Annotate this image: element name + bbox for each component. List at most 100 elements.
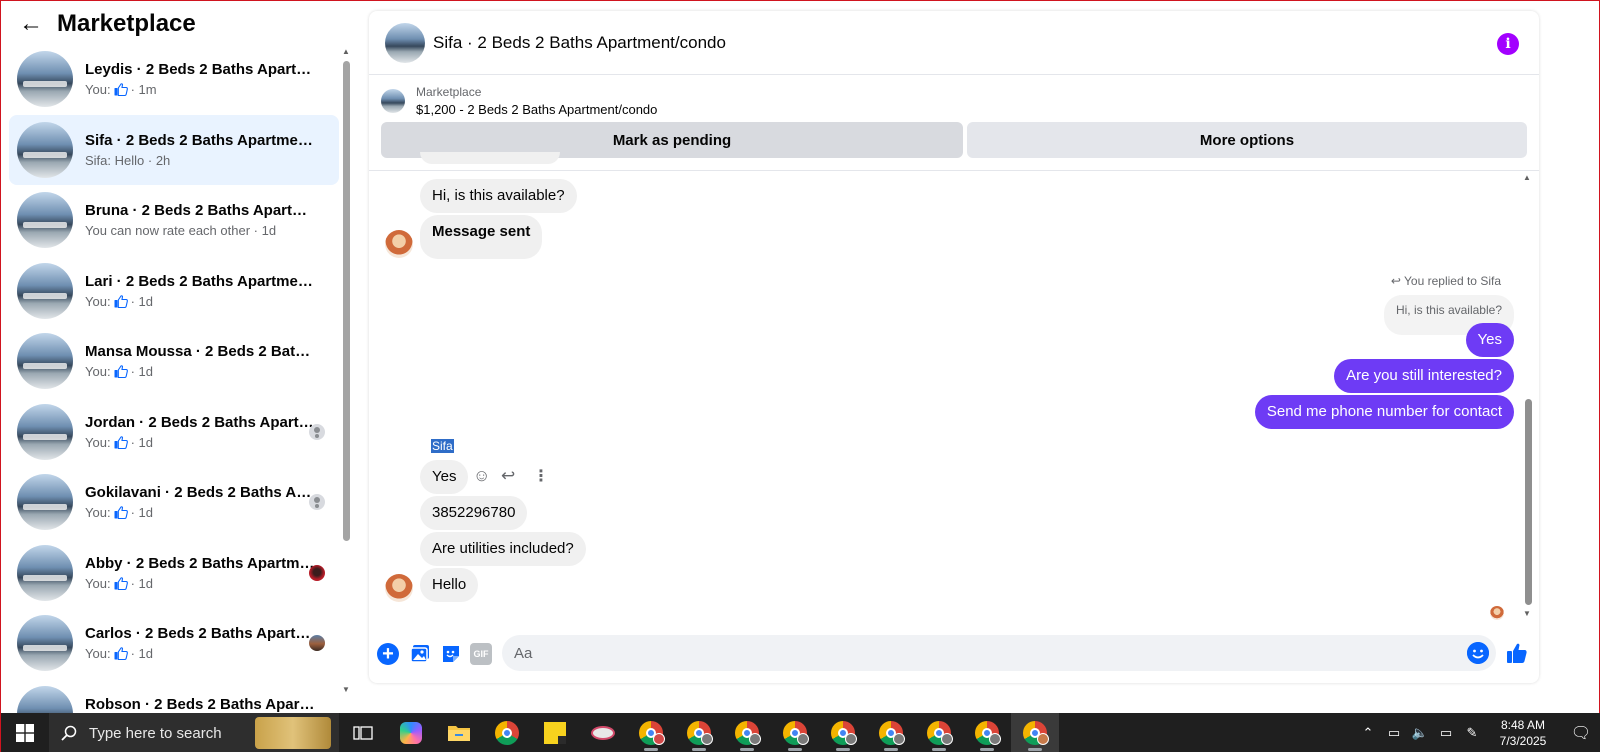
message-bubble[interactable]: Message sent	[420, 215, 543, 259]
preview-time: · 2h	[147, 152, 171, 168]
chrome-window-icon[interactable]	[675, 713, 723, 752]
chrome-window-icon[interactable]	[867, 713, 915, 752]
message-input[interactable]	[502, 635, 1496, 671]
conversation-item[interactable]: Bruna · 2 Beds 2 Baths Apartment/condo Yo…	[9, 185, 339, 255]
preview-text: You:	[85, 505, 111, 520]
gif-icon[interactable]: GIF	[470, 643, 492, 665]
conversation-item[interactable]: Lari · 2 Beds 2 Baths Apartment/condo You…	[9, 256, 339, 326]
scroll-down-arrow-icon[interactable]: ▼	[342, 685, 350, 694]
conversation-avatar	[17, 333, 73, 389]
like-icon[interactable]	[1505, 641, 1527, 663]
emoji-icon[interactable]	[1467, 642, 1489, 664]
outgoing-message[interactable]: Yes	[1465, 323, 1514, 357]
preview-time: · 1d	[130, 434, 153, 450]
react-icon[interactable]: ☺	[473, 466, 490, 486]
outgoing-message[interactable]: Send me phone number for contact	[1254, 395, 1514, 429]
conversation-item[interactable]: Gokilavani · 2 Beds 2 Baths Apartment/co…	[9, 467, 339, 537]
conversation-item[interactable]: Mansa Moussa · 2 Beds 2 Baths Apartment/…	[9, 326, 339, 396]
incoming-message[interactable]: Yes	[420, 460, 469, 494]
listing-avatar[interactable]	[385, 22, 425, 63]
scroll-up-arrow-icon[interactable]: ▲	[342, 47, 350, 56]
thumbs-up-icon	[114, 83, 128, 97]
conversation-name: Mansa Moussa · 2 Beds 2 Baths Apartment/…	[85, 343, 315, 360]
taskbar-search-box[interactable]: Type here to search	[49, 713, 339, 752]
scroll-down-arrow-icon[interactable]: ▼	[1523, 609, 1531, 618]
listing-label: Marketplace	[416, 85, 482, 99]
taskbar-clock[interactable]: 8:48 AM 7/3/2025	[1485, 717, 1561, 749]
plus-icon[interactable]: +	[377, 643, 399, 665]
thumbs-up-icon	[114, 294, 128, 308]
meet-now-icon[interactable]: ▭	[1382, 725, 1406, 741]
back-arrow-icon[interactable]: ←	[19, 10, 49, 38]
preview-time: · 1d	[130, 646, 153, 661]
volume-icon[interactable]: 🔈	[1408, 725, 1432, 741]
more-options-button[interactable]: More options	[967, 122, 1527, 158]
thumbs-up-icon	[114, 435, 128, 449]
pen-icon[interactable]: ✎	[1460, 725, 1484, 741]
chat-scrollbar-thumb[interactable]	[1525, 399, 1532, 605]
info-icon[interactable]: i	[1497, 33, 1519, 55]
clock-date: 7/3/2025	[1499, 734, 1547, 748]
conversation-item[interactable]: Abby · 2 Beds 2 Baths Apartment/condo You…	[9, 538, 339, 608]
reply-icon[interactable]: ↩	[501, 466, 515, 486]
partial-message-bubble	[420, 152, 560, 164]
conversation-text: Robson · 2 Beds 2 Baths Apartment/condoY…	[85, 696, 315, 714]
thumbs-up-icon	[114, 647, 128, 661]
preview-time: · 1d	[130, 364, 153, 379]
conversation-avatar	[17, 685, 73, 713]
chat-title[interactable]: Sifa · 2 Beds 2 Baths Apartment/condo	[433, 33, 726, 53]
conversation-item[interactable]: Carlos · 2 Beds 2 Baths Apartment/condo Y…	[9, 608, 339, 678]
task-view-icon[interactable]	[339, 713, 387, 752]
photo-icon[interactable]	[409, 643, 431, 665]
sender-avatar[interactable]	[385, 230, 413, 258]
conversation-avatar	[17, 615, 73, 671]
windows-start-button[interactable]	[1, 713, 49, 752]
conversation-text: Lari · 2 Beds 2 Baths Apartment/condo You…	[85, 273, 315, 309]
conversation-avatar	[17, 474, 73, 530]
sticky-notes-icon[interactable]	[531, 713, 579, 752]
chrome-window-icon[interactable]	[723, 713, 771, 752]
incoming-message[interactable]: Hello	[420, 568, 479, 602]
chrome-window-icon[interactable]	[819, 713, 867, 752]
read-receipt-avatar	[309, 564, 325, 581]
thumbs-up-icon	[114, 576, 128, 590]
conversation-preview: You: · 1d	[85, 364, 315, 379]
conversation-avatar	[17, 192, 73, 248]
message-bubble[interactable]: Hi, is this available?	[420, 179, 577, 213]
conversation-item[interactable]: Jordan · 2 Beds 2 Baths Apartment/condo Y…	[9, 397, 339, 467]
listing-summary[interactable]: Marketplace $1,200 - 2 Beds 2 Baths Apar…	[381, 85, 1527, 117]
conversation-avatar	[17, 262, 73, 319]
conversation-avatar	[17, 51, 73, 107]
conversation-item[interactable]: Leydis · 2 Beds 2 Baths Apartment/condo Y…	[9, 44, 339, 114]
conversation-item[interactable]: Robson · 2 Beds 2 Baths Apartment/condoY…	[9, 679, 339, 714]
incoming-message[interactable]: Are utilities included?	[420, 532, 586, 566]
outgoing-message[interactable]: Are you still interested?	[1334, 359, 1514, 393]
conversation-item[interactable]: Sifa · 2 Beds 2 Baths Apartment/condo Sif…	[9, 114, 339, 185]
clock-time: 8:48 AM	[1500, 718, 1546, 732]
sender-avatar[interactable]	[385, 574, 413, 602]
conversation-name: Robson · 2 Beds 2 Baths Apartment/condo	[85, 695, 315, 713]
more-actions-icon[interactable]: ⋮	[533, 466, 549, 486]
notification-icon[interactable]: 🗨	[1561, 723, 1600, 743]
copilot-icon[interactable]	[387, 713, 435, 752]
chat-header: Sifa · 2 Beds 2 Baths Apartment/condo i	[369, 11, 1539, 75]
network-icon[interactable]: ▭	[1434, 725, 1458, 741]
chrome-window-icon-active[interactable]	[1011, 713, 1059, 752]
chevron-up-icon[interactable]: ⌃	[1356, 725, 1380, 741]
incoming-message[interactable]: 3852296780	[420, 496, 528, 530]
snipping-tool-icon[interactable]	[579, 713, 627, 752]
chrome-icon[interactable]	[483, 713, 531, 752]
sender-name: Sifa	[431, 439, 454, 453]
conversation-name: Bruna · 2 Beds 2 Baths Apartment/condo	[85, 202, 315, 219]
chrome-window-icon[interactable]	[963, 713, 1011, 752]
sidebar-scrollbar-thumb[interactable]	[343, 61, 350, 541]
chrome-window-icon[interactable]	[627, 713, 675, 752]
file-explorer-icon[interactable]	[435, 713, 483, 752]
chat-panel: Sifa · 2 Beds 2 Baths Apartment/condo i …	[369, 11, 1539, 683]
message-composer: + GIF	[369, 635, 1539, 679]
sticker-icon[interactable]	[440, 643, 462, 665]
chrome-window-icon[interactable]	[915, 713, 963, 752]
windows-logo-icon	[16, 724, 34, 742]
chrome-window-icon[interactable]	[771, 713, 819, 752]
scroll-up-arrow-icon[interactable]: ▲	[1523, 173, 1531, 182]
